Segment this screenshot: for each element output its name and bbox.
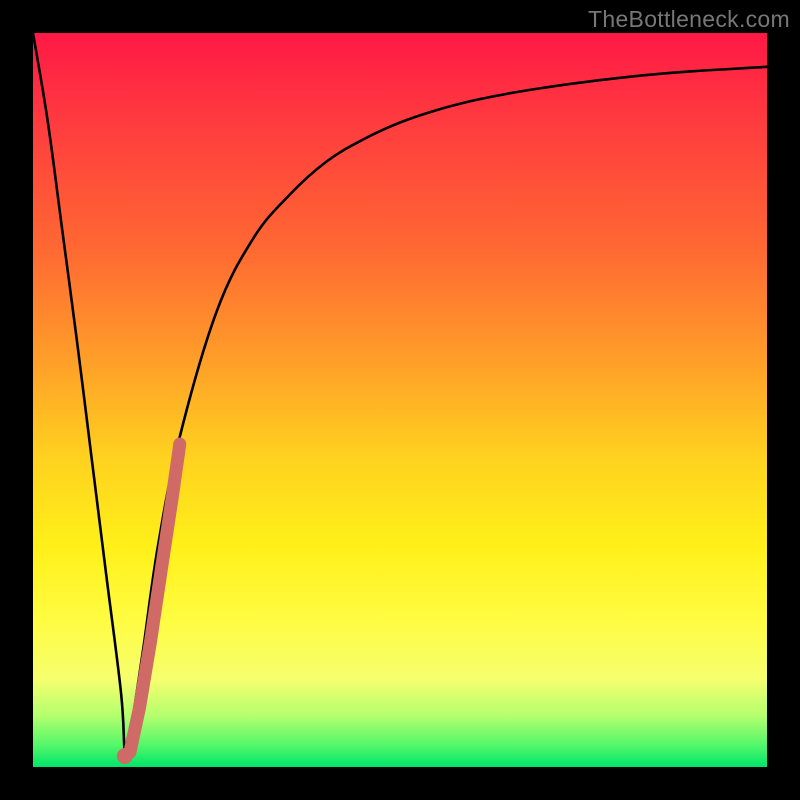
chart-svg [33,33,767,767]
watermark-text: TheBottleneck.com [588,6,790,33]
plot-area [33,33,767,767]
highlight-dot [117,748,133,764]
chart-frame: TheBottleneck.com [0,0,800,800]
highlight-segment [125,444,180,756]
